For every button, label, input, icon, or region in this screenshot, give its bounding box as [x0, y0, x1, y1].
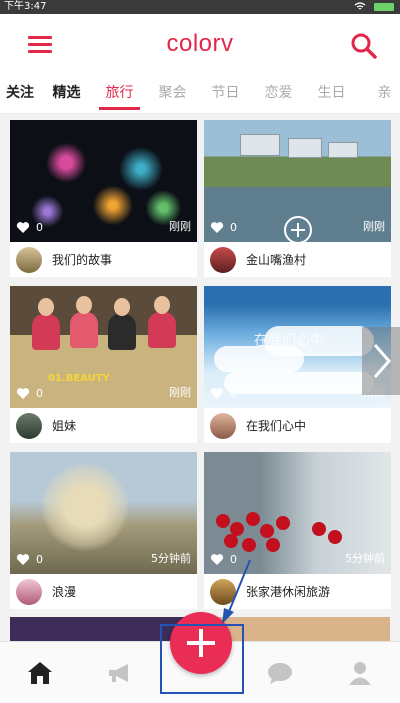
heart-icon	[16, 388, 30, 399]
profile-icon	[349, 662, 371, 685]
home-icon	[28, 662, 52, 684]
message-icon	[268, 663, 292, 684]
cherries-thumbnail: 0 5分钟前	[204, 452, 391, 574]
status-bar: 下午3:47	[0, 0, 400, 14]
tab-featured[interactable]: 精选	[40, 76, 93, 113]
video-title: 在我们心中	[246, 419, 307, 433]
search-icon[interactable]	[350, 32, 378, 60]
post-time: 刚刚	[169, 220, 191, 233]
village-thumbnail: 0 刚刚	[204, 120, 391, 242]
play-icon[interactable]	[284, 216, 312, 242]
heart-icon	[16, 554, 30, 565]
video-card[interactable]: 0 刚刚 我们的故事	[10, 120, 197, 277]
like-count[interactable]: 0	[16, 221, 43, 234]
post-time: 5分钟前	[151, 552, 191, 565]
video-tag: 01.BEAUTY	[48, 373, 110, 384]
tab-party[interactable]: 聚会	[146, 76, 199, 113]
dinner-thumbnail: 01.BEAUTY 0 刚刚	[10, 286, 197, 408]
tab-travel[interactable]: 旅行	[93, 76, 146, 113]
tab-family[interactable]: 亲	[358, 76, 400, 113]
video-card[interactable]: 0 刚刚 金山嘴渔村	[204, 120, 391, 277]
status-time: 下午3:47	[4, 1, 47, 12]
app-header: colorv	[0, 14, 400, 76]
post-time: 刚刚	[169, 386, 191, 399]
chevron-right-icon	[373, 344, 391, 378]
nav-discover[interactable]	[100, 656, 140, 690]
nav-profile[interactable]	[340, 656, 380, 690]
next-arrow-button[interactable]	[362, 327, 400, 395]
video-title: 姐妹	[52, 419, 77, 433]
avatar[interactable]	[16, 412, 42, 439]
video-title: 我们的故事	[52, 253, 113, 267]
tab-birthday[interactable]: 生日	[305, 76, 358, 113]
annotation-arrow-icon	[222, 559, 251, 624]
like-count[interactable]: 0	[16, 553, 43, 566]
tab-follow[interactable]: 关注	[0, 76, 40, 113]
avatar[interactable]	[210, 412, 236, 439]
video-card[interactable]: 01.BEAUTY 0 刚刚 姐妹	[10, 286, 197, 443]
heart-icon	[210, 222, 224, 233]
category-tabs: 关注 精选 旅行 聚会 节日 恋爱 生日 亲	[0, 76, 400, 114]
wifi-icon	[354, 2, 366, 10]
annotation-highlight-box	[160, 624, 244, 694]
image-caption: 在我们心中	[254, 332, 324, 348]
tab-love[interactable]: 恋爱	[252, 76, 305, 113]
nav-messages[interactable]	[260, 656, 300, 690]
post-time: 5分钟前	[345, 552, 385, 565]
fireworks-thumbnail: 0 刚刚	[10, 120, 197, 242]
video-card[interactable]: 0 5分钟前 浪漫	[10, 452, 197, 609]
tab-festival[interactable]: 节日	[199, 76, 252, 113]
avatar[interactable]	[16, 246, 42, 273]
video-title: 金山嘴渔村	[246, 253, 307, 267]
like-count[interactable]: 0	[210, 387, 237, 400]
heart-icon	[16, 222, 30, 233]
battery-icon	[374, 3, 394, 11]
nav-home[interactable]	[20, 656, 60, 690]
dandelion-thumbnail: 0 5分钟前	[10, 452, 197, 574]
post-time: 刚刚	[363, 220, 385, 233]
video-title: 浪漫	[52, 585, 77, 599]
megaphone-icon	[109, 664, 128, 682]
avatar[interactable]	[16, 578, 42, 605]
like-count[interactable]: 0	[210, 221, 237, 234]
video-title: 张家港休闲旅游	[246, 585, 331, 599]
app-logo: colorv	[166, 30, 234, 57]
heart-icon	[210, 388, 224, 399]
avatar[interactable]	[210, 246, 236, 273]
like-count[interactable]: 0	[16, 387, 43, 400]
status-icons	[354, 0, 394, 14]
